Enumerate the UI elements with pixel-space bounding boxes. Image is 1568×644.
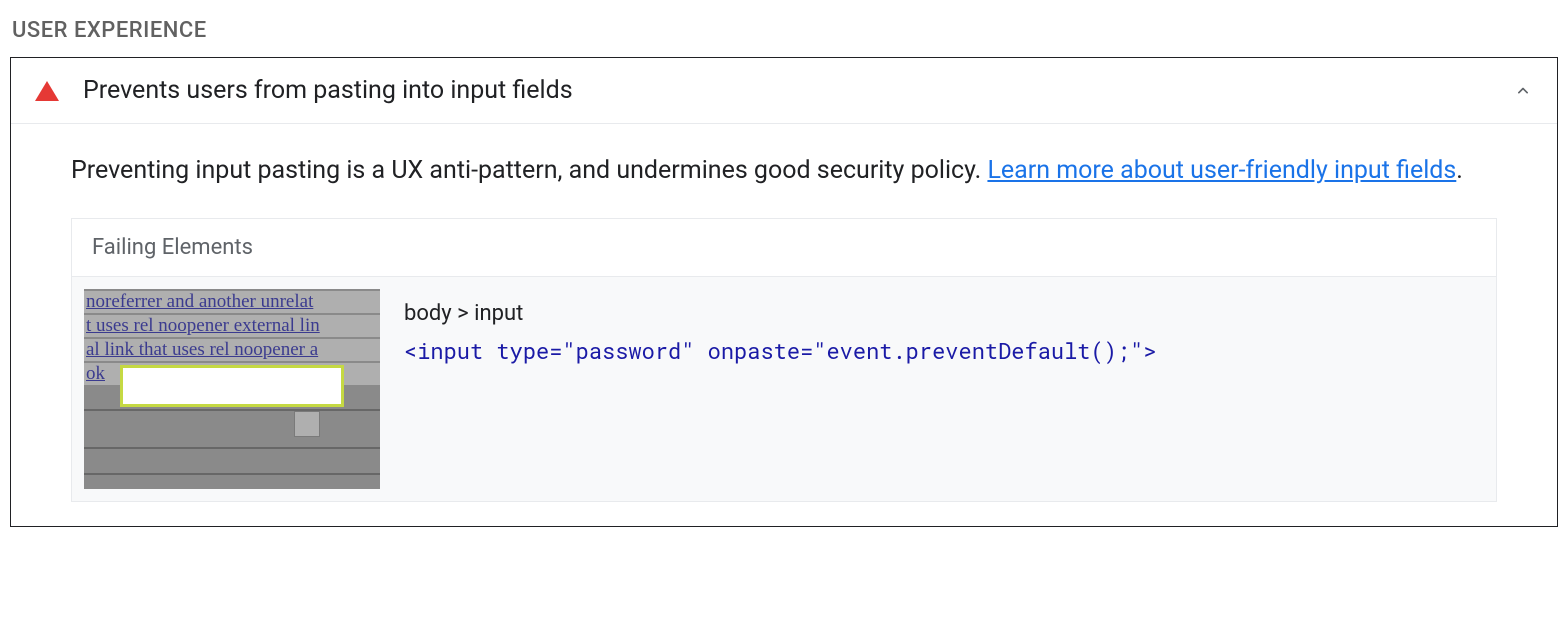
chevron-up-icon[interactable] [1513,81,1533,101]
audit-title: Prevents users from pasting into input f… [83,76,1513,105]
description-suffix: . [1456,156,1463,185]
broken-image-icon [294,411,320,437]
thumbnail-text-line: t uses rel noopener external lin [84,315,380,337]
failing-elements-table: Failing Elements noreferrer and another … [71,218,1497,502]
element-snippet: <input type="password" onpaste="event.pr… [404,332,1157,369]
fail-triangle-icon [35,81,59,101]
audit-header-row[interactable]: Prevents users from pasting into input f… [11,58,1557,124]
element-thumbnail: noreferrer and another unrelat t uses re… [84,289,380,489]
thumbnail-divider [84,447,380,449]
learn-more-link[interactable]: Learn more about user-friendly input fie… [987,156,1456,185]
failing-element-row: noreferrer and another unrelat t uses re… [72,277,1496,501]
element-details: body > input <input type="password" onpa… [404,289,1157,489]
thumbnail-text-line: al link that uses rel noopener a [84,339,380,361]
thumbnail-divider [84,409,380,411]
element-selector: body > input [404,295,1157,332]
thumbnail-divider [84,473,380,475]
audit-panel: Prevents users from pasting into input f… [10,57,1558,527]
highlighted-input-box [120,365,344,407]
thumbnail-text-line: noreferrer and another unrelat [84,291,380,313]
audit-description: Preventing input pasting is a UX anti-pa… [71,152,1497,190]
section-header: USER EXPERIENCE [0,0,1568,57]
failing-elements-header: Failing Elements [72,219,1496,277]
description-text: Preventing input pasting is a UX anti-pa… [71,156,987,185]
audit-body: Preventing input pasting is a UX anti-pa… [11,124,1557,526]
